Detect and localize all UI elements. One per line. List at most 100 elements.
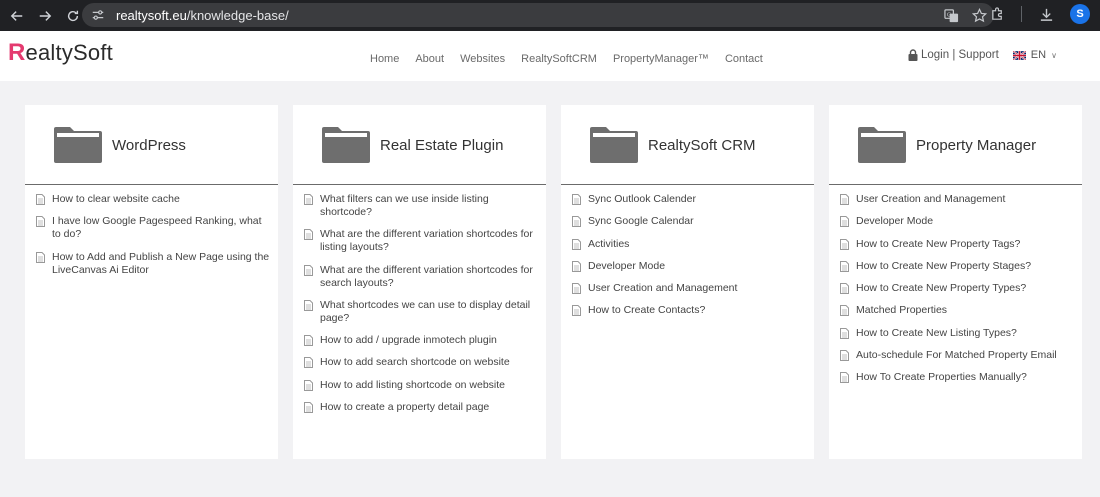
list-item[interactable]: How to Create New Property Stages?	[840, 260, 1074, 273]
article-link[interactable]: How to Create New Listing Types?	[856, 327, 1074, 340]
list-item[interactable]: How to Add and Publish a New Page using …	[36, 251, 270, 277]
profile-avatar[interactable]: S	[1070, 4, 1090, 24]
article-link[interactable]: Matched Properties	[856, 304, 1074, 317]
site-settings-icon[interactable]	[90, 7, 106, 23]
realtysoft-logo[interactable]: RealtySoft	[8, 39, 113, 67]
card-header[interactable]: RealtySoft CRM	[561, 105, 814, 185]
list-item[interactable]: How to add / upgrade inmotech plugin	[304, 334, 538, 347]
article-link[interactable]: What shortcodes we can use to display de…	[320, 299, 538, 325]
document-icon	[304, 379, 313, 391]
folder-icon	[858, 127, 906, 163]
document-icon	[572, 238, 581, 250]
list-item[interactable]: Matched Properties	[840, 304, 1074, 317]
list-item[interactable]: Activities	[572, 238, 806, 251]
article-link[interactable]: How to Create Contacts?	[588, 304, 806, 317]
article-link[interactable]: How to Create New Property Tags?	[856, 238, 1074, 251]
card-header[interactable]: Property Manager	[829, 105, 1082, 185]
bookmark-star-icon[interactable]	[970, 6, 988, 24]
document-icon	[840, 283, 849, 295]
article-list: What filters can we use inside listing s…	[293, 185, 546, 414]
article-link[interactable]: I have low Google Pagespeed Ranking, wha…	[52, 215, 270, 241]
card-title[interactable]: WordPress	[112, 137, 186, 154]
document-icon	[840, 305, 849, 317]
list-item[interactable]: User Creation and Management	[840, 193, 1074, 206]
list-item[interactable]: Sync Outlook Calender	[572, 193, 806, 206]
translate-icon[interactable]: G	[942, 6, 960, 24]
folder-icon	[54, 127, 102, 163]
list-item[interactable]: What filters can we use inside listing s…	[304, 193, 538, 219]
document-icon	[840, 327, 849, 339]
article-list: User Creation and Management Developer M…	[829, 185, 1082, 384]
list-item[interactable]: Developer Mode	[840, 215, 1074, 228]
download-icon[interactable]	[1036, 4, 1056, 24]
site-header: RealtySoft Home About Websites RealtySof…	[0, 31, 1100, 81]
article-link[interactable]: What are the different variation shortco…	[320, 228, 538, 254]
article-link[interactable]: How to Create New Property Types?	[856, 282, 1074, 295]
article-link[interactable]: How to Add and Publish a New Page using …	[52, 251, 270, 277]
article-link[interactable]: User Creation and Management	[856, 193, 1074, 206]
article-link[interactable]: Developer Mode	[588, 260, 806, 273]
card-header[interactable]: Real Estate Plugin	[293, 105, 546, 185]
list-item[interactable]: How to Create Contacts?	[572, 304, 806, 317]
card-title[interactable]: RealtySoft CRM	[648, 137, 756, 154]
extensions-icon[interactable]	[987, 4, 1007, 24]
article-link[interactable]: How to add / upgrade inmotech plugin	[320, 334, 538, 347]
article-link[interactable]: What are the different variation shortco…	[320, 264, 538, 290]
list-item[interactable]: How To Create Properties Manually?	[840, 371, 1074, 384]
article-link[interactable]: Auto-schedule For Matched Property Email	[856, 349, 1074, 362]
article-link[interactable]: How to create a property detail page	[320, 401, 538, 414]
back-arrow-icon[interactable]	[4, 3, 30, 29]
article-link[interactable]: Activities	[588, 238, 806, 251]
card-title[interactable]: Property Manager	[916, 137, 1036, 154]
svg-text:G: G	[946, 12, 950, 18]
article-link[interactable]: How to clear website cache	[52, 193, 270, 206]
list-item[interactable]: How to add listing shortcode on website	[304, 379, 538, 392]
nav-websites[interactable]: Websites	[460, 53, 505, 65]
article-link[interactable]: Sync Google Calendar	[588, 215, 806, 228]
category-card-real-estate-plugin: Real Estate Plugin What filters can we u…	[293, 105, 546, 459]
article-link[interactable]: How to add listing shortcode on website	[320, 379, 538, 392]
card-title[interactable]: Real Estate Plugin	[380, 137, 503, 154]
list-item[interactable]: Auto-schedule For Matched Property Email	[840, 349, 1074, 362]
list-item[interactable]: What are the different variation shortco…	[304, 264, 538, 290]
article-link[interactable]: Sync Outlook Calender	[588, 193, 806, 206]
article-link[interactable]: How To Create Properties Manually?	[856, 371, 1074, 384]
main-navigation: Home About Websites RealtySoftCRM Proper…	[370, 53, 779, 65]
nav-propertymanager[interactable]: PropertyManager™	[613, 53, 709, 65]
url-path: /knowledge-base/	[186, 7, 289, 23]
logo-letter: R	[8, 39, 26, 66]
document-icon	[36, 251, 45, 263]
list-item[interactable]: How to clear website cache	[36, 193, 270, 206]
list-item[interactable]: User Creation and Management	[572, 282, 806, 295]
article-link[interactable]: User Creation and Management	[588, 282, 806, 295]
card-header[interactable]: WordPress	[25, 105, 278, 185]
language-selector[interactable]: EN ∨	[1012, 49, 1057, 61]
nav-about[interactable]: About	[415, 53, 444, 65]
login-support-link[interactable]: Login | Support	[921, 49, 999, 61]
nav-realtysoftcrm[interactable]: RealtySoftCRM	[521, 53, 597, 65]
list-item[interactable]: How to Create New Property Types?	[840, 282, 1074, 295]
list-item[interactable]: Developer Mode	[572, 260, 806, 273]
list-item[interactable]: What shortcodes we can use to display de…	[304, 299, 538, 325]
list-item[interactable]: How to Create New Property Tags?	[840, 238, 1074, 251]
category-card-wordpress: WordPress How to clear website cache I h…	[25, 105, 278, 459]
list-item[interactable]: What are the different variation shortco…	[304, 228, 538, 254]
article-link[interactable]: How to Create New Property Stages?	[856, 260, 1074, 273]
document-icon	[840, 260, 849, 272]
url-text: realtysoft.eu/knowledge-base/	[116, 8, 289, 23]
browser-toolbar: realtysoft.eu/knowledge-base/ G S	[0, 0, 1100, 31]
article-link[interactable]: Developer Mode	[856, 215, 1074, 228]
forward-arrow-icon[interactable]	[32, 3, 58, 29]
address-bar[interactable]: realtysoft.eu/knowledge-base/ G	[82, 3, 994, 27]
list-item[interactable]: How to add search shortcode on website	[304, 356, 538, 369]
article-link[interactable]: What filters can we use inside listing s…	[320, 193, 538, 219]
list-item[interactable]: How to Create New Listing Types?	[840, 327, 1074, 340]
nav-home[interactable]: Home	[370, 53, 399, 65]
list-item[interactable]: How to create a property detail page	[304, 401, 538, 414]
category-card-property-manager: Property Manager User Creation and Manag…	[829, 105, 1082, 459]
article-list: Sync Outlook Calender Sync Google Calend…	[561, 185, 814, 317]
list-item[interactable]: Sync Google Calendar	[572, 215, 806, 228]
nav-contact[interactable]: Contact	[725, 53, 763, 65]
list-item[interactable]: I have low Google Pagespeed Ranking, wha…	[36, 215, 270, 241]
article-link[interactable]: How to add search shortcode on website	[320, 356, 538, 369]
